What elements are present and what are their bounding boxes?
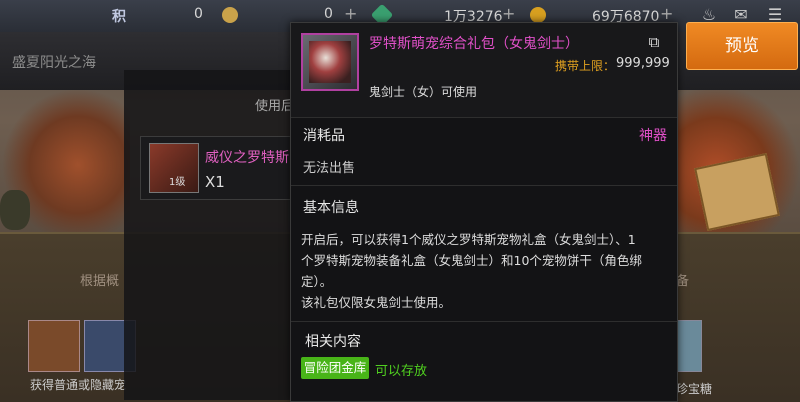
item-tooltip: 罗特斯萌宠综合礼包（女鬼剑士） ⧉ 携带上限： 999,999 鬼剑士（女）可使… (290, 22, 678, 402)
carry-limit-value: 999,999 (616, 56, 670, 71)
item-description: 开启后，可以获得1个威仪之罗特斯宠物礼盒（女鬼剑士）、1 个罗特斯宠物装备礼盒（… (301, 229, 667, 313)
background-item-card[interactable]: 1级 威仪之罗特斯 X1 (140, 136, 302, 200)
background-item-name: 威仪之罗特斯 (205, 150, 289, 166)
currency2-add-button[interactable]: + (344, 4, 357, 23)
region-label: 盛夏阳光之海 (12, 55, 96, 71)
background-slot-1[interactable] (28, 320, 80, 372)
item-icon (301, 33, 359, 91)
background-decoration (0, 190, 30, 230)
coupon-icon (222, 7, 238, 23)
currency1-value: 0 (194, 6, 203, 22)
topbar-partial-label: 积 (112, 9, 126, 25)
preview-button[interactable]: 预览 (686, 22, 798, 70)
background-caption-left: 获得普通或隐藏宠 (30, 378, 127, 392)
background-caption-right: 珍宝糖 (676, 382, 713, 396)
description-line: 该礼包仅限女鬼剑士使用。 (301, 295, 452, 310)
background-panel-left-text: 根据概 (80, 274, 120, 289)
share-icon[interactable]: ⧉ (643, 33, 665, 51)
storable-text: 可以存放 (375, 364, 428, 379)
currency2-value: 0 (324, 6, 333, 22)
background-dialog-label: 使用后 (255, 99, 295, 114)
not-sellable-text: 无法出售 (303, 161, 356, 176)
carry-limit-label: 携带上限： (555, 59, 616, 73)
related-content-heading: 相关内容 (305, 334, 361, 350)
item-rarity: 神器 (639, 128, 667, 144)
item-title: 罗特斯萌宠综合礼包（女鬼剑士） (369, 36, 579, 52)
currency3-add-button[interactable]: + (502, 4, 515, 23)
description-line: 开启后，可以获得1个威仪之罗特斯宠物礼盒（女鬼剑士）、1 (301, 232, 636, 247)
item-category: 消耗品 (303, 128, 345, 144)
divider (291, 321, 677, 322)
description-line: 定）。 (301, 274, 333, 289)
gold-coin-icon (530, 7, 546, 23)
background-item-qty: X1 (205, 173, 225, 191)
divider (291, 185, 677, 186)
currency4-add-button[interactable]: + (660, 4, 673, 23)
character-portrait-icon (309, 41, 351, 83)
usable-by-text: 鬼剑士（女）可使用 (369, 85, 478, 99)
description-line: 个罗特斯宠物装备礼盒（女鬼剑士）和10个宠物饼干（角色绑 (301, 253, 642, 268)
background-item-level: 1级 (169, 177, 186, 188)
basic-info-heading: 基本信息 (303, 200, 359, 216)
adventure-vault-tag: 冒险团金库 (301, 357, 369, 379)
